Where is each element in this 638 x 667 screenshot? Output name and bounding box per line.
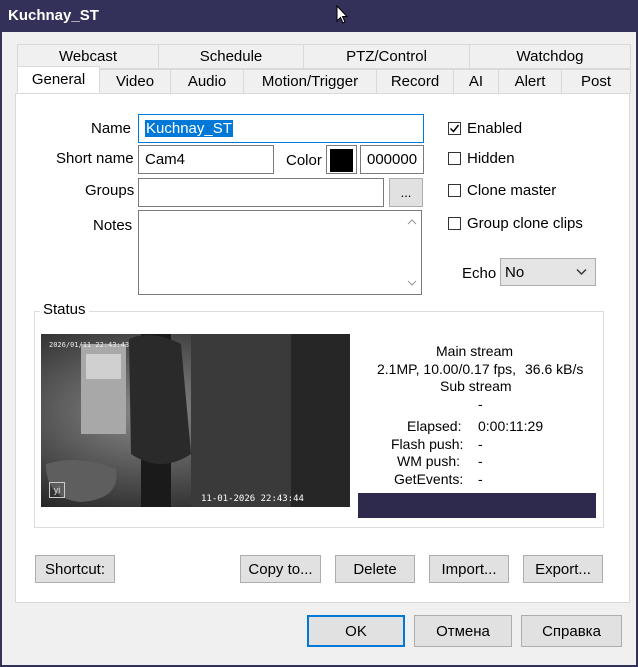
chevron-down-icon	[576, 269, 587, 275]
short-name-label: Short name	[56, 150, 134, 167]
main-stream-rate: 36.6 kB/s	[525, 361, 584, 377]
getevents-label: GetEvents:	[394, 471, 464, 487]
preview-timestamp-top: 2026/01/11 22:43:43	[49, 341, 130, 349]
notes-textarea[interactable]	[138, 210, 422, 295]
name-input[interactable]: Kuchnay_ST	[138, 114, 424, 143]
group-clone-clips-checkbox[interactable]: Group clone clips	[448, 215, 583, 232]
elapsed-label: Elapsed:	[407, 418, 462, 434]
preview-timestamp-bottom: 11-01-2026 22:43:44	[201, 494, 304, 504]
groups-label: Groups	[85, 182, 135, 199]
echo-select[interactable]: No	[500, 258, 596, 286]
wm-push-value: -	[478, 453, 483, 469]
status-level-bar	[358, 493, 596, 518]
flash-push-value: -	[478, 436, 483, 452]
groups-browse-button[interactable]: ...	[389, 178, 423, 207]
camera-logo: yi	[49, 482, 65, 498]
import-button[interactable]: Import...	[429, 555, 509, 583]
hidden-checkbox[interactable]: Hidden	[448, 150, 515, 167]
elapsed-value: 0:00:11:29	[478, 418, 544, 434]
main-stream-label: Main stream	[436, 343, 514, 359]
echo-label: Echo	[462, 265, 497, 282]
checkbox-unchecked-icon	[448, 152, 461, 165]
notes-label: Notes	[93, 217, 133, 234]
copy-to-button[interactable]: Copy to...	[240, 555, 321, 583]
main-stream-info: 2.1MP, 10.00/0.17 fps,	[377, 361, 517, 377]
name-label: Name	[91, 120, 132, 137]
clone-master-checkbox[interactable]: Clone master	[448, 182, 556, 199]
color-hex-input[interactable]: 000000	[360, 145, 424, 174]
color-swatch	[330, 149, 353, 172]
color-picker-button[interactable]	[326, 145, 357, 174]
sub-stream-label: Sub stream	[440, 378, 512, 394]
shortcut-button[interactable]: Shortcut:	[35, 555, 115, 583]
help-button[interactable]: Справка	[521, 615, 622, 647]
checkbox-checked-icon	[448, 122, 461, 135]
sub-stream-info: -	[478, 396, 483, 412]
color-label: Color	[286, 152, 322, 169]
getevents-value: -	[478, 471, 483, 487]
checkbox-unchecked-icon	[448, 184, 461, 197]
export-button[interactable]: Export...	[523, 555, 603, 583]
enabled-checkbox[interactable]: Enabled	[448, 120, 522, 137]
cancel-button[interactable]: Отмена	[414, 615, 512, 647]
wm-push-label: WM push:	[397, 453, 461, 469]
flash-push-label: Flash push:	[391, 436, 464, 452]
ok-button[interactable]: OK	[307, 615, 405, 647]
notes-scrollbar[interactable]	[404, 212, 420, 293]
checkbox-unchecked-icon	[448, 217, 461, 230]
short-name-input[interactable]: Cam4	[138, 145, 274, 174]
scroll-up-icon[interactable]	[407, 217, 417, 227]
scroll-down-icon[interactable]	[407, 278, 417, 288]
name-input-value: Kuchnay_ST	[145, 120, 233, 137]
groups-input[interactable]	[138, 178, 384, 207]
delete-button[interactable]: Delete	[335, 555, 415, 583]
camera-preview[interactable]: 2026/01/11 22:43:43 11-01-2026 22:43:44 …	[41, 334, 350, 507]
status-group-title: Status	[40, 301, 89, 318]
camera-preview-image	[41, 334, 350, 507]
